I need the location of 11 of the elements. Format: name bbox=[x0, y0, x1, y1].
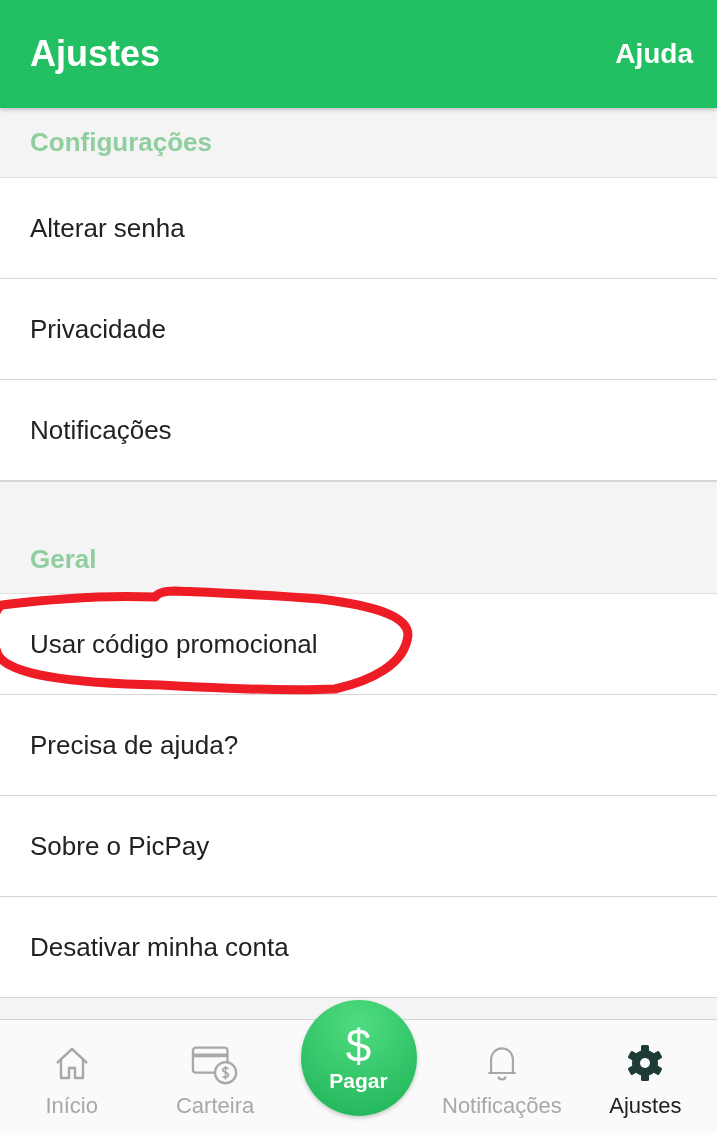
settings-item[interactable]: Alterar senha bbox=[0, 178, 717, 279]
settings-item[interactable]: Privacidade bbox=[0, 279, 717, 380]
settings-item[interactable]: Sobre o PicPay bbox=[0, 796, 717, 897]
screen-title: Ajustes bbox=[30, 33, 161, 75]
tab-item[interactable]: Ajustes bbox=[573, 1020, 717, 1133]
section-title: Geral bbox=[30, 544, 97, 575]
section-title: Configurações bbox=[30, 127, 213, 158]
settings-item[interactable]: Desativar minha conta bbox=[0, 897, 717, 998]
settings-item[interactable]: Notificações bbox=[0, 380, 717, 481]
settings-item[interactable]: Usar código promocional bbox=[0, 594, 717, 695]
settings-item[interactable]: Precisa de ajuda? bbox=[0, 695, 717, 796]
